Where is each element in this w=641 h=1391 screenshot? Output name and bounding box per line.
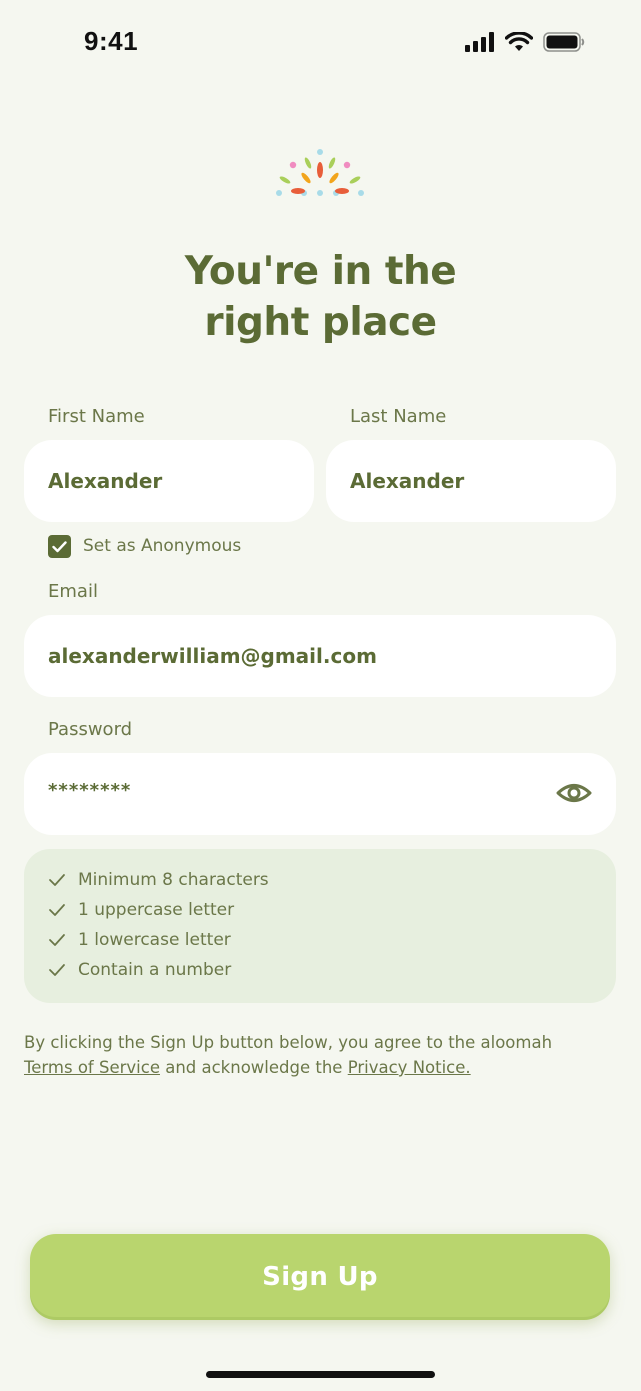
requirement-item: 1 lowercase letter [48, 930, 231, 950]
password-label: Password [48, 719, 133, 740]
requirement-item: 1 uppercase letter [48, 900, 234, 920]
terms-of-service-link[interactable]: Terms of Service [24, 1058, 160, 1077]
last-name-value: Alexander [350, 469, 465, 493]
brand-logo [276, 149, 364, 196]
email-field[interactable]: alexanderwilliam@gmail.com [24, 615, 616, 697]
cellular-signal-icon [465, 32, 494, 52]
check-icon [49, 964, 65, 976]
email-label: Email [48, 581, 98, 602]
requirement-text: 1 lowercase letter [78, 930, 231, 950]
page-title: You're in the right place [0, 246, 641, 348]
page-title-line-1: You're in the [184, 249, 457, 294]
check-icon [49, 874, 65, 886]
last-name-field[interactable]: Alexander [326, 440, 616, 522]
email-value: alexanderwilliam@gmail.com [48, 644, 377, 668]
password-requirements: Minimum 8 characters 1 uppercase letter … [24, 849, 616, 1003]
requirement-item: Minimum 8 characters [48, 870, 269, 890]
status-bar: 9:41 [0, 0, 641, 88]
consent-text: By clicking the Sign Up button below, yo… [24, 1030, 624, 1080]
requirement-item: Contain a number [48, 960, 231, 980]
first-name-label: First Name [48, 406, 145, 427]
home-indicator[interactable] [206, 1371, 435, 1378]
password-value: ******** [48, 779, 132, 801]
anonymous-checkbox[interactable] [48, 535, 71, 558]
consent-text-middle: and acknowledge the [159, 1058, 348, 1077]
check-icon [49, 934, 65, 946]
page-title-line-2: right place [204, 300, 437, 345]
first-name-field[interactable]: Alexander [24, 440, 314, 522]
checkmark-icon [52, 540, 67, 552]
check-icon [49, 904, 65, 916]
wifi-icon [505, 32, 533, 51]
password-field[interactable]: ******** [24, 753, 616, 835]
show-password-eye-icon[interactable] [556, 779, 592, 807]
first-name-value: Alexander [48, 469, 163, 493]
requirement-text: Minimum 8 characters [78, 870, 269, 890]
battery-icon [543, 32, 585, 52]
requirement-text: 1 uppercase letter [78, 900, 235, 920]
sign-up-button[interactable]: Sign Up [30, 1234, 610, 1320]
consent-text-before: By clicking the Sign Up button below, yo… [24, 1033, 553, 1052]
last-name-label: Last Name [350, 406, 447, 427]
anonymous-label[interactable]: Set as Anonymous [83, 536, 241, 556]
sign-up-button-label: Sign Up [262, 1262, 378, 1292]
status-time: 9:41 [84, 26, 139, 56]
status-icons [465, 32, 585, 52]
privacy-notice-link[interactable]: Privacy Notice. [348, 1058, 471, 1077]
requirement-text: Contain a number [78, 960, 232, 980]
